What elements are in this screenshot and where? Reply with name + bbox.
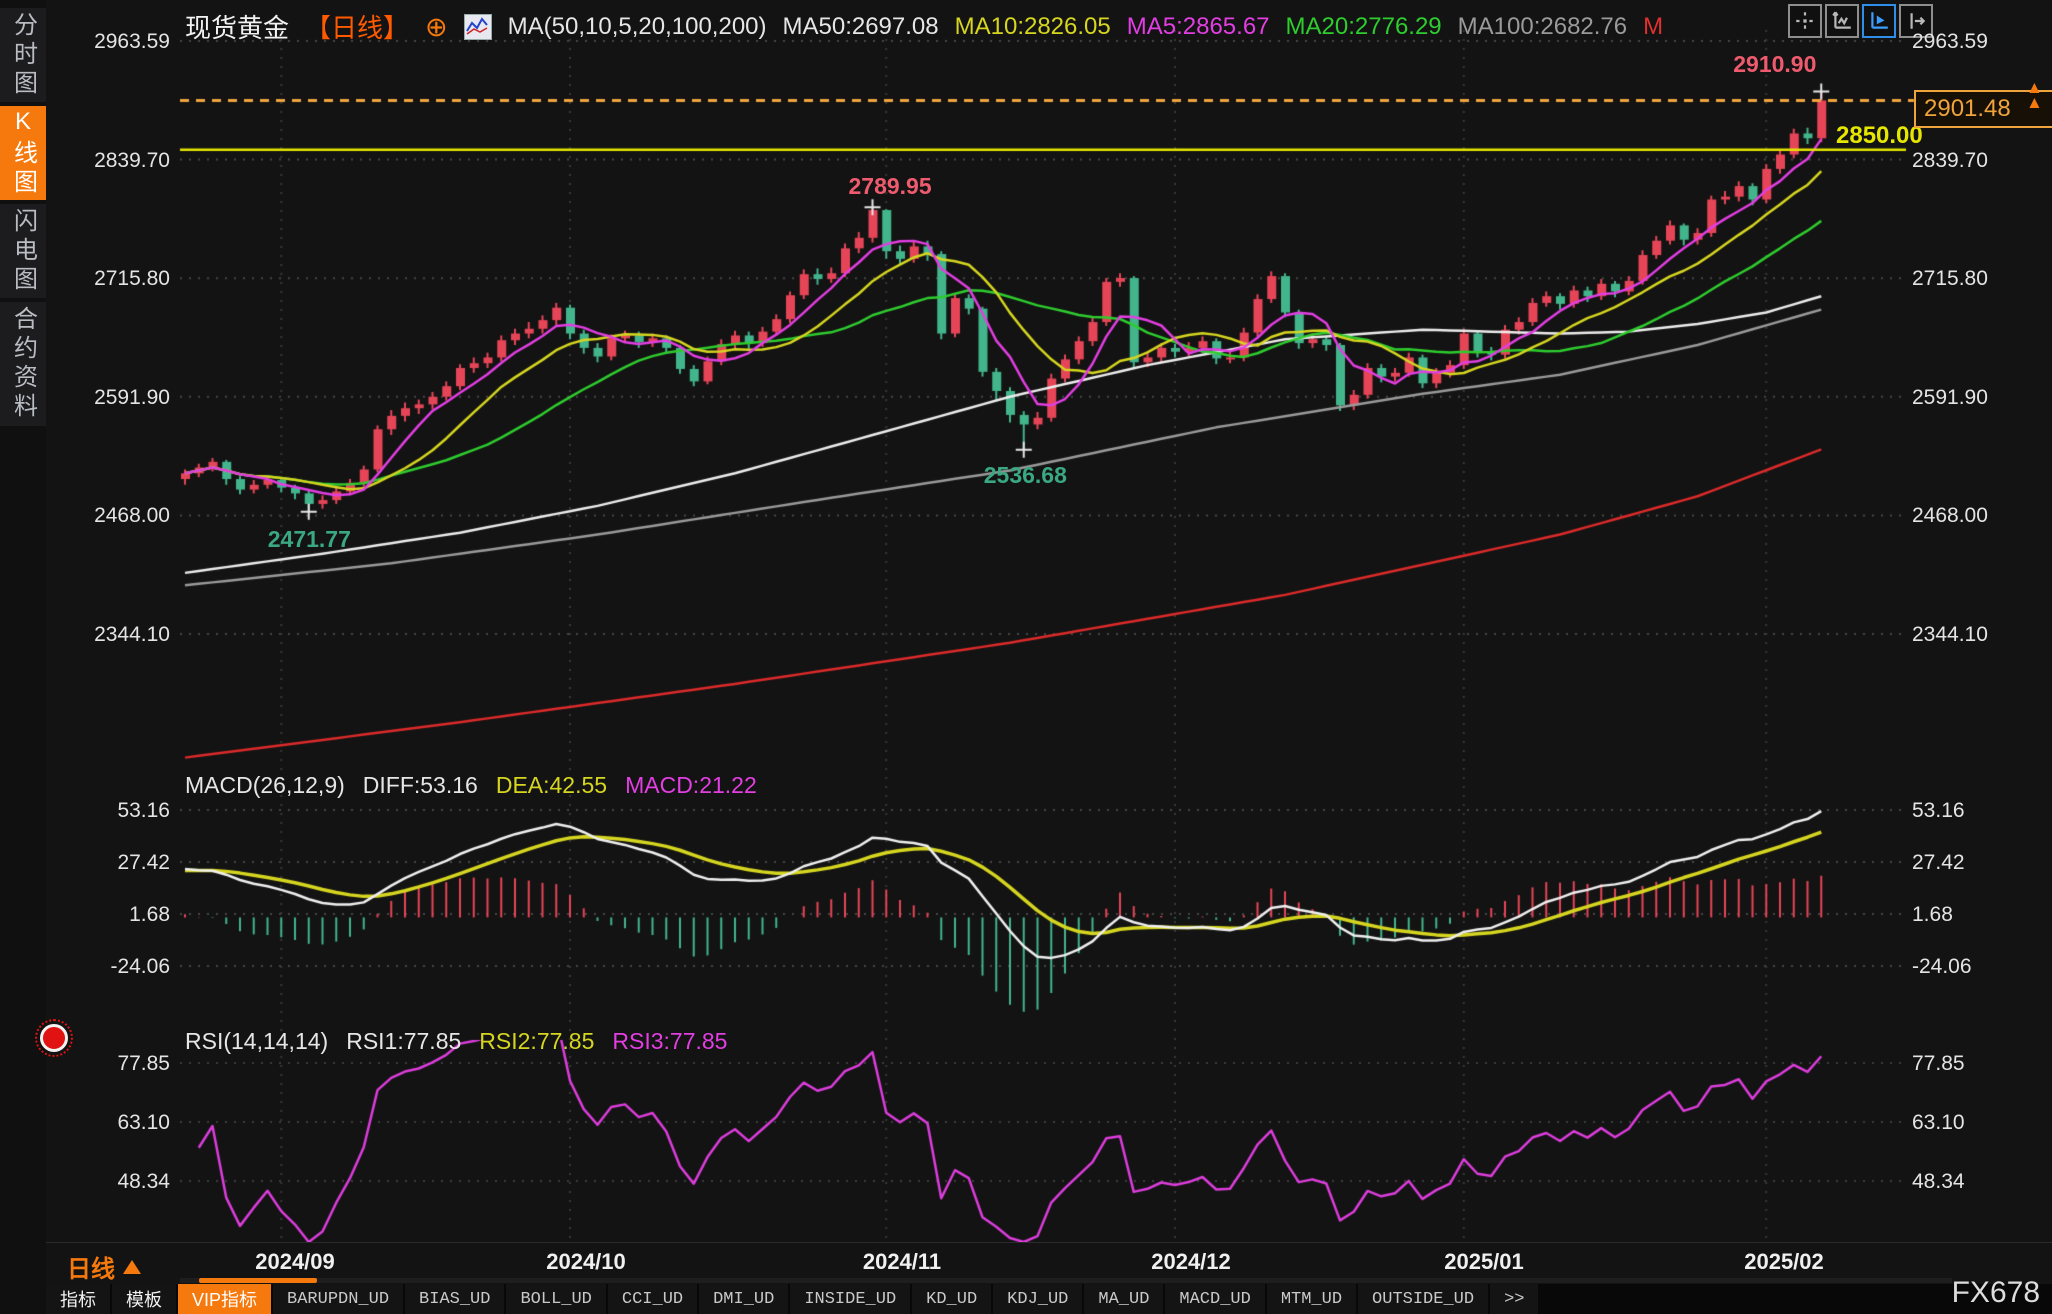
timeframe-selector[interactable]: 日线	[67, 1249, 141, 1284]
indicator-tabbar: 指标 模板 VIP指标 BARUPDN_UD BIAS_UD BOLL_UD C…	[46, 1284, 2052, 1314]
tab-outside-ud[interactable]: OUTSIDE_UD	[1358, 1284, 1488, 1314]
yellow-line-price-label: 2850.00	[1836, 122, 1923, 150]
scrollbar-thumb[interactable]	[199, 1278, 317, 1283]
macd-header: MACD(26,12,9) DIFF:53.16 DEA:42.55 MACD:…	[185, 772, 757, 799]
price-axis-label: 2839.70	[78, 149, 170, 173]
macd-axis-label: -24.06	[78, 955, 170, 979]
time-axis-label: 2024/10	[516, 1249, 656, 1275]
tab-inside-ud[interactable]: INSIDE_UD	[790, 1284, 910, 1314]
price-up-arrow-icon: ▲▲	[2026, 80, 2043, 110]
macd-params-label: MACD(26,12,9)	[185, 772, 345, 799]
time-axis: 日线 2024/09 2024/10 2024/11 2024/12 2025/…	[46, 1242, 2052, 1285]
price-axis-label: 2344.10	[78, 623, 170, 647]
high-annotation: 2910.90	[1733, 51, 1816, 78]
time-axis-label: 2025/02	[1714, 1249, 1854, 1275]
macd-diff-value: DIFF:53.16	[363, 772, 478, 799]
sidebar-item-kline-chart[interactable]: K线图	[0, 106, 46, 200]
period-badge: 【日线】	[305, 8, 409, 45]
tab-boll-ud[interactable]: BOLL_UD	[506, 1284, 605, 1314]
macd-axis-label: 53.16	[1912, 799, 2004, 823]
rsi-axis-label: 48.34	[78, 1170, 170, 1194]
macd-macd-value: MACD:21.22	[625, 772, 757, 799]
ma10-value: MA10:2826.05	[955, 13, 1111, 41]
tab-more[interactable]: >>	[1490, 1284, 1538, 1314]
ma20-value: MA20:2776.29	[1286, 13, 1442, 41]
chart-type-icon[interactable]	[464, 14, 492, 40]
rsi-axis-label: 63.10	[1912, 1111, 2004, 1135]
peak-annotation: 2789.95	[849, 173, 932, 200]
time-axis-label: 2024/12	[1121, 1249, 1261, 1275]
tab-kdj-ud[interactable]: KDJ_UD	[993, 1284, 1082, 1314]
tab-dmi-ud[interactable]: DMI_UD	[699, 1284, 788, 1314]
tab-vip-indicators[interactable]: VIP指标	[178, 1284, 271, 1314]
time-axis-label: 2025/01	[1414, 1249, 1554, 1275]
rsi-params-label: RSI(14,14,14)	[185, 1028, 328, 1055]
axis-play-icon[interactable]	[1862, 4, 1896, 38]
ma50-value: MA50:2697.08	[783, 13, 939, 41]
price-axis-label: 2963.59	[78, 30, 170, 54]
tab-ma-ud[interactable]: MA_UD	[1084, 1284, 1163, 1314]
macd-axis-label: 27.42	[78, 851, 170, 875]
rsi-axis-label: 77.85	[78, 1052, 170, 1076]
tab-templates[interactable]: 模板	[112, 1284, 176, 1314]
chart-header: 现货黄金 【日线】 ⊕ MA(50,10,5,20,100,200) MA50:…	[185, 8, 1663, 45]
add-overlay-icon[interactable]: ⊕	[425, 15, 448, 39]
tab-mtm-ud[interactable]: MTM_UD	[1267, 1284, 1356, 1314]
ma200-value-truncated: M	[1643, 13, 1663, 41]
sidebar-item-intraday-chart[interactable]: 分时图	[0, 8, 46, 102]
macd-axis-label: -24.06	[1912, 955, 2004, 979]
rsi1-value: RSI1:77.85	[346, 1028, 461, 1055]
tab-barupdn-ud[interactable]: BARUPDN_UD	[273, 1284, 403, 1314]
macd-axis-label: 53.16	[78, 799, 170, 823]
time-axis-label: 2024/11	[832, 1249, 972, 1275]
tab-bias-ud[interactable]: BIAS_UD	[405, 1284, 504, 1314]
hot-indicator-icon[interactable]	[40, 1024, 68, 1052]
chart-canvas[interactable]	[0, 0, 2052, 1314]
low-annotation: 2471.77	[268, 526, 351, 553]
price-axis-label: 2468.00	[78, 504, 170, 528]
triangle-up-icon	[123, 1260, 141, 1274]
axis-scale-icon[interactable]	[1825, 4, 1859, 38]
time-axis-label: 2024/09	[225, 1249, 365, 1275]
macd-axis-label: 1.68	[78, 903, 170, 927]
ma5-value: MA5:2865.67	[1127, 13, 1270, 41]
scrollbar-track[interactable]	[180, 1278, 1952, 1283]
rsi-axis-label: 77.85	[1912, 1052, 2004, 1076]
sidebar-item-lightning-chart[interactable]: 闪电图	[0, 204, 46, 298]
ma100-value: MA100:2682.76	[1458, 13, 1627, 41]
tab-kd-ud[interactable]: KD_UD	[912, 1284, 991, 1314]
tab-macd-ud[interactable]: MACD_UD	[1165, 1284, 1264, 1314]
macd-axis-label: 27.42	[1912, 851, 2004, 875]
price-axis-label: 2715.80	[78, 267, 170, 291]
rsi2-value: RSI2:77.85	[479, 1028, 594, 1055]
chart-application: 分时图 K线图 闪电图 合约资料 现货黄金 【日线】 ⊕ MA(50,10,5,…	[0, 0, 2052, 1314]
timeframe-label: 日线	[67, 1249, 115, 1284]
price-axis-label: 2839.70	[1912, 149, 2004, 173]
ma-params-label: MA(50,10,5,20,100,200)	[508, 13, 767, 41]
price-axis-label: 2591.90	[1912, 386, 2004, 410]
tab-indicators[interactable]: 指标	[46, 1284, 110, 1314]
macd-axis-label: 1.68	[1912, 903, 2004, 927]
rsi3-value: RSI3:77.85	[612, 1028, 727, 1055]
crosshair-icon[interactable]	[1788, 4, 1822, 38]
sidebar-item-contract-info[interactable]: 合约资料	[0, 302, 46, 426]
sidebar: 分时图 K线图 闪电图 合约资料	[0, 0, 46, 1314]
rsi-header: RSI(14,14,14) RSI1:77.85 RSI2:77.85 RSI3…	[185, 1028, 727, 1055]
fx678-watermark: FX678	[1952, 1276, 2040, 1310]
macd-dea-value: DEA:42.55	[496, 772, 607, 799]
rsi-axis-label: 48.34	[1912, 1170, 2004, 1194]
price-axis-label: 2344.10	[1912, 623, 2004, 647]
instrument-title: 现货黄金	[185, 8, 289, 45]
price-axis-label: 2963.59	[1912, 30, 2004, 54]
price-axis-label: 2468.00	[1912, 504, 2004, 528]
price-axis-label: 2715.80	[1912, 267, 2004, 291]
low-annotation: 2536.68	[984, 462, 1067, 489]
rsi-axis-label: 63.10	[78, 1111, 170, 1135]
tab-cci-ud[interactable]: CCI_UD	[608, 1284, 697, 1314]
price-axis-label: 2591.90	[78, 386, 170, 410]
